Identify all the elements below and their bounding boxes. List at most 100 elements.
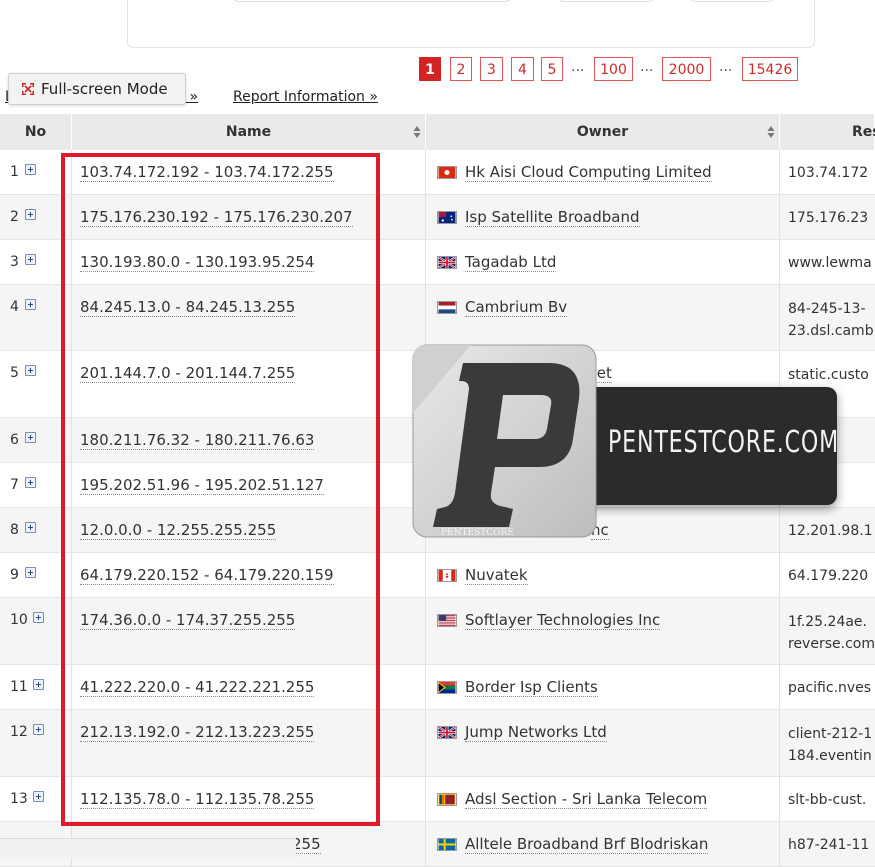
resolved-host: 84-245-13- 23.dsl.camb <box>788 301 874 339</box>
expand-plus-icon[interactable] <box>25 209 36 220</box>
horizontal-scrollbar[interactable] <box>0 838 296 858</box>
country-flag-icon <box>437 256 457 269</box>
owner-link[interactable]: Tagadab Ltd <box>465 253 557 272</box>
search-button-edge[interactable] <box>556 0 656 2</box>
expand-plus-icon[interactable] <box>25 477 36 488</box>
header-label: No <box>24 124 47 140</box>
row-number: 6 <box>10 432 19 448</box>
owner-link[interactable]: Nuvatek <box>465 566 528 585</box>
page-link-15426[interactable]: 15426 <box>742 57 798 81</box>
owner-cell: Cambrium Bv <box>426 285 780 350</box>
row-number: 13 <box>10 791 28 807</box>
page-link-4[interactable]: 4 <box>511 57 534 81</box>
row-number: 2 <box>10 209 19 225</box>
expand-plus-icon[interactable] <box>25 522 36 533</box>
page-link-3[interactable]: 3 <box>480 57 503 81</box>
owner-link[interactable]: Hk Aisi Cloud Computing Limited <box>465 163 712 182</box>
resolve-cell: 103.74.172 <box>780 150 875 194</box>
resolve-cell: pacific.nves <box>780 665 875 709</box>
page-link-2[interactable]: 2 <box>450 57 472 81</box>
page-link-1[interactable]: 1 <box>419 57 441 81</box>
resolve-cell: h87-241-11 <box>780 822 875 866</box>
resolved-host: pacific.nves <box>788 680 872 696</box>
expand-plus-icon[interactable] <box>33 612 44 623</box>
search-field-edge[interactable] <box>231 0 513 2</box>
resolved-host: 103.74.172 <box>788 165 869 181</box>
row-number: 7 <box>10 477 19 493</box>
fullscreen-icon <box>22 83 34 95</box>
row-number: 11 <box>10 679 28 695</box>
owner-cell: Nuvatek <box>426 553 780 597</box>
name-column-highlight <box>61 153 380 826</box>
owner-link[interactable]: Cambrium Bv <box>465 298 568 317</box>
expand-plus-icon[interactable] <box>25 432 36 443</box>
owner-cell: Isp Satellite Broadband <box>426 195 780 239</box>
expand-plus-icon[interactable] <box>33 791 44 802</box>
row-number: 3 <box>10 254 19 270</box>
expand-plus-icon[interactable] <box>33 679 44 690</box>
search-panel <box>127 0 815 48</box>
resolved-host: www.lewma <box>788 255 872 271</box>
country-flag-icon <box>437 681 457 694</box>
page-link-100[interactable]: 100 <box>594 57 633 81</box>
country-flag-icon <box>437 166 457 179</box>
pagination-ellipsis: ... <box>719 59 733 75</box>
owner-link[interactable]: Adsl Section - Sri Lanka Telecom <box>465 790 708 809</box>
owner-cell: Tagadab Ltd <box>426 240 780 284</box>
report-information-link[interactable]: Report Information » <box>233 89 378 105</box>
country-flag-icon <box>437 569 457 582</box>
pentestcore-logo-icon: PENTESTCORE <box>412 344 597 538</box>
row-number: 5 <box>10 365 19 381</box>
resolve-cell: 12.201.98.1 <box>780 508 875 552</box>
owner-cell: Adsl Section - Sri Lanka Telecom <box>426 777 780 821</box>
owner-cell: Softlayer Technologies Inc <box>426 598 780 664</box>
resolve-cell: 64.179.220 <box>780 553 875 597</box>
expand-plus-icon[interactable] <box>25 164 36 175</box>
column-header-name[interactable]: Name <box>72 114 426 150</box>
owner-link[interactable]: Border Isp Clients <box>465 678 598 697</box>
owner-link[interactable]: Softlayer Technologies Inc <box>465 611 661 630</box>
table-header: No Name Owner Res <box>0 114 875 150</box>
sort-arrows-icon[interactable] <box>767 125 775 139</box>
row-number: 10 <box>10 612 28 628</box>
owner-link[interactable]: Jump Networks Ltd <box>465 723 607 742</box>
country-flag-icon <box>437 211 457 224</box>
resolve-cell: slt-bb-cust. <box>780 777 875 821</box>
resolved-host: client-212-1 184.eventin <box>788 726 873 764</box>
column-header-owner[interactable]: Owner <box>426 114 780 150</box>
country-flag-icon <box>437 726 457 739</box>
row-number: 4 <box>10 299 19 315</box>
page-link-5[interactable]: 5 <box>541 57 563 81</box>
ip-range-link[interactable]: 255 <box>292 835 321 854</box>
expand-plus-icon[interactable] <box>25 567 36 578</box>
resolved-host: 64.179.220 <box>788 568 869 584</box>
fullscreen-mode-button[interactable]: Full-screen Mode <box>8 73 186 105</box>
expand-plus-icon[interactable] <box>25 365 36 376</box>
country-flag-icon <box>437 793 457 806</box>
row-number: 12 <box>10 724 28 740</box>
page-link-2000[interactable]: 2000 <box>662 57 711 81</box>
sort-arrows-icon[interactable] <box>413 125 421 139</box>
expand-plus-icon[interactable] <box>25 254 36 265</box>
expand-plus-icon[interactable] <box>33 724 44 735</box>
reset-button-edge[interactable] <box>688 0 776 2</box>
header-label: Res <box>852 124 875 140</box>
owner-link[interactable]: Isp Satellite Broadband <box>465 208 640 227</box>
resolved-host: h87-241-11 <box>788 837 870 853</box>
column-header-res[interactable]: Res <box>780 114 875 150</box>
expand-plus-icon[interactable] <box>25 299 36 310</box>
resolve-cell: www.lewma <box>780 240 875 284</box>
owner-cell: Jump Networks Ltd <box>426 710 780 776</box>
resolved-host: slt-bb-cust. <box>788 792 867 808</box>
header-label: Name <box>225 124 272 140</box>
owner-link[interactable]: Alltele Broadband Brf Blodriskan <box>465 835 709 854</box>
watermark-text: PENTESTCORE.COM <box>608 425 840 460</box>
country-flag-icon <box>437 301 457 314</box>
watermark-small-text: PENTESTCORE <box>441 528 514 538</box>
column-header-no[interactable]: No <box>0 114 72 150</box>
row-number: 1 <box>10 164 19 180</box>
resolve-cell: 175.176.23 <box>780 195 875 239</box>
resolve-cell: 84-245-13- 23.dsl.camb <box>780 285 875 350</box>
resolved-host: 12.201.98.1 <box>788 523 873 539</box>
row-number: 8 <box>10 522 19 538</box>
